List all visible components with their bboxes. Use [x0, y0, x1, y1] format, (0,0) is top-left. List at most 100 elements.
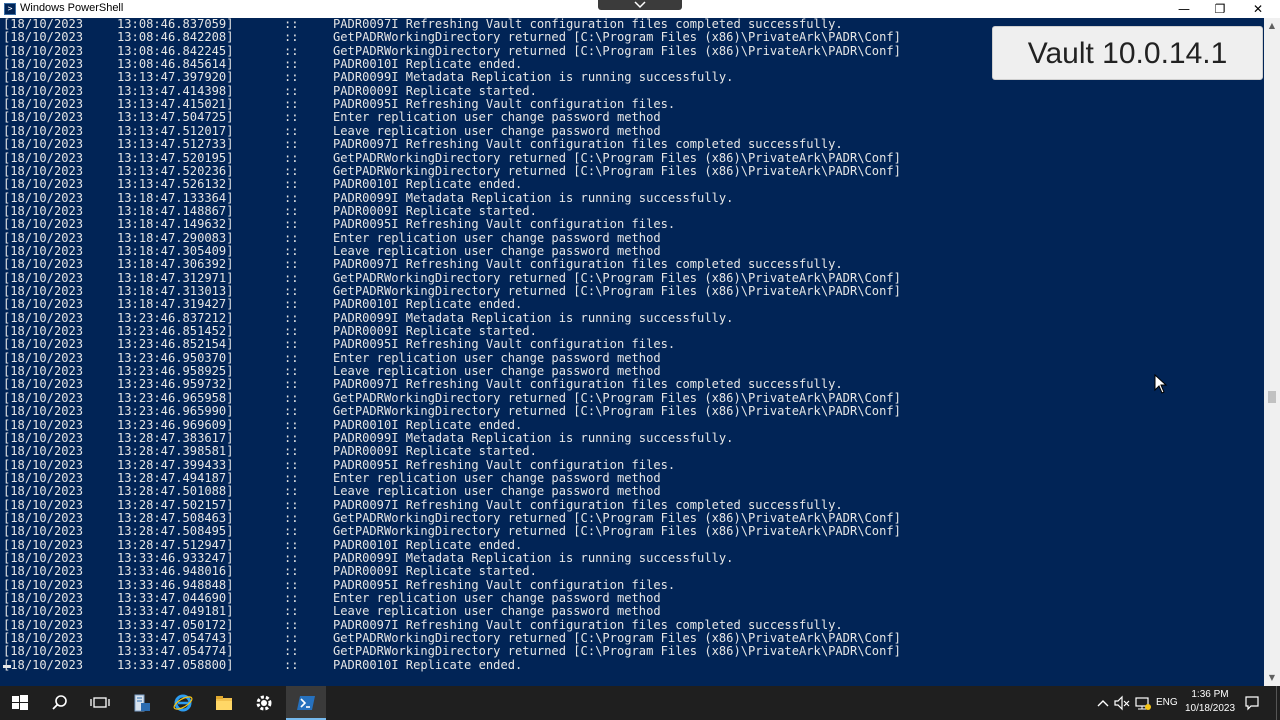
- log-date: [18/10/2023: [3, 617, 84, 632]
- settings-taskbar-item[interactable]: [244, 686, 284, 720]
- task-view-button[interactable]: [80, 686, 120, 720]
- log-time: 13:18:47.133364]: [117, 190, 234, 205]
- log-message: GetPADRWorkingDirectory returned [C:\Pro…: [333, 631, 901, 646]
- network-icon[interactable]: [1134, 695, 1152, 711]
- log-separator: ::: [284, 310, 299, 325]
- log-separator: ::: [284, 150, 299, 165]
- remote-session-tab[interactable]: [598, 0, 682, 10]
- log-time: 13:13:47.415021]: [117, 97, 234, 112]
- log-message: Enter replication user change password m…: [333, 230, 661, 245]
- log-separator: ::: [284, 457, 299, 472]
- scroll-up-arrow-icon[interactable]: ▲: [1264, 18, 1280, 34]
- console-line: [18/10/2023 13:18:47.149632]:: PADR0095I R…: [3, 217, 1003, 232]
- scrollbar-thumb[interactable]: [1268, 391, 1276, 403]
- log-separator: ::: [284, 551, 299, 565]
- scroll-down-arrow-icon[interactable]: ▼: [1264, 670, 1280, 686]
- file-explorer-icon: [216, 696, 232, 710]
- log-separator: ::: [284, 444, 299, 459]
- log-message: PADR0099I Metadata Replication is runnin…: [333, 70, 734, 85]
- log-date: [18/10/2023: [3, 644, 84, 659]
- log-time: 13:28:47.501088]: [117, 484, 234, 499]
- log-message: PADR0097I Refreshing Vault configuration…: [333, 257, 843, 272]
- log-separator: ::: [284, 43, 299, 58]
- log-date: [18/10/2023: [3, 123, 84, 138]
- log-message: Leave replication user change password m…: [333, 604, 661, 619]
- log-time: 13:33:47.058800]: [117, 657, 234, 672]
- log-message: PADR0099I Metadata Replication is runnin…: [333, 551, 734, 565]
- taskbar-clock[interactable]: 1:36 PM 10/18/2023: [1184, 688, 1236, 716]
- show-desktop-button[interactable]: [1276, 686, 1280, 720]
- log-time: 13:33:46.948016]: [117, 564, 234, 579]
- log-message: Leave replication user change password m…: [333, 243, 661, 258]
- log-separator: ::: [284, 83, 299, 98]
- log-separator: ::: [284, 417, 299, 432]
- log-message: GetPADRWorkingDirectory returned [C:\Pro…: [333, 284, 901, 298]
- close-button[interactable]: ✕: [1240, 0, 1276, 18]
- log-time: 13:23:46.852154]: [117, 337, 234, 352]
- console-line: [18/10/2023 13:08:46.842208]:: GetPADRWork…: [3, 30, 1003, 45]
- log-date: [18/10/2023: [3, 43, 84, 58]
- log-separator: ::: [284, 30, 299, 45]
- log-separator: ::: [284, 604, 299, 619]
- log-message: PADR0095I Refreshing Vault configuration…: [333, 457, 676, 472]
- log-message: PADR0095I Refreshing Vault configuration…: [333, 217, 676, 232]
- console-output[interactable]: [18/10/2023 13:08:46.837059]:: PADR0097I R…: [0, 18, 1264, 686]
- notification-icon[interactable]: [1244, 695, 1260, 711]
- log-time: 13:18:47.312971]: [117, 270, 234, 285]
- log-separator: ::: [284, 537, 299, 552]
- log-date: [18/10/2023: [3, 444, 84, 459]
- internet-explorer-taskbar-item[interactable]: [163, 686, 203, 720]
- log-message: PADR0097I Refreshing Vault configuration…: [333, 497, 843, 512]
- log-date: [18/10/2023: [3, 257, 84, 272]
- log-date: [18/10/2023: [3, 577, 84, 592]
- log-time: 13:28:47.399433]: [117, 457, 234, 472]
- console-line: [18/10/2023 13:28:47.502157]:: PADR0097I R…: [3, 497, 1003, 512]
- start-button[interactable]: [0, 686, 40, 720]
- log-date: [18/10/2023: [3, 510, 84, 525]
- chevron-up-icon[interactable]: [1097, 698, 1109, 708]
- log-message: PADR0010I Replicate ended.: [333, 417, 523, 432]
- log-message: PADR0010I Replicate ended.: [333, 297, 523, 312]
- log-date: [18/10/2023: [3, 470, 84, 485]
- log-message: PADR0009I Replicate started.: [333, 324, 537, 339]
- log-time: 13:13:47.414398]: [117, 83, 234, 98]
- log-time: 13:08:46.845614]: [117, 57, 234, 72]
- server-manager-taskbar-item[interactable]: [122, 686, 162, 720]
- log-time: 13:08:46.842245]: [117, 43, 234, 58]
- powershell-icon[interactable]: >: [4, 3, 16, 15]
- file-explorer-taskbar-item[interactable]: [204, 686, 244, 720]
- log-separator: ::: [284, 203, 299, 218]
- task-view-icon: [90, 697, 110, 708]
- log-date: [18/10/2023: [3, 484, 84, 499]
- maximize-button[interactable]: ❐: [1202, 0, 1238, 18]
- powershell-taskbar-item[interactable]: [286, 686, 326, 720]
- log-time: 13:23:46.837212]: [117, 310, 234, 325]
- console-line: [18/10/2023 13:23:46.851452]:: PADR0009I R…: [3, 324, 1003, 339]
- language-indicator[interactable]: ENG: [1156, 686, 1178, 720]
- console-line: [18/10/2023 13:13:47.512017]:: Leave repli…: [3, 123, 1003, 138]
- log-time: 13:13:47.512733]: [117, 137, 234, 152]
- log-time: 13:23:46.969609]: [117, 417, 234, 432]
- console-line: [18/10/2023 13:23:46.837212]:: PADR0099I M…: [3, 310, 1003, 325]
- vertical-scrollbar[interactable]: ▲ ▼: [1264, 18, 1280, 686]
- log-date: [18/10/2023: [3, 591, 84, 606]
- log-date: [18/10/2023: [3, 177, 84, 192]
- log-message: PADR0009I Replicate started.: [333, 203, 537, 218]
- log-time: 13:18:47.290083]: [117, 230, 234, 245]
- minimize-button[interactable]: —: [1166, 0, 1202, 18]
- log-date: [18/10/2023: [3, 604, 84, 619]
- log-separator: ::: [284, 617, 299, 632]
- log-message: PADR0009I Replicate started.: [333, 564, 537, 579]
- console-line: [18/10/2023 13:13:47.415021]:: PADR0095I R…: [3, 97, 1003, 112]
- console-line: [18/10/2023 13:18:47.290083]:: Enter repli…: [3, 230, 1003, 245]
- log-separator: ::: [284, 18, 299, 31]
- console-line: [18/10/2023 13:13:47.520236]:: GetPADRWork…: [3, 164, 1003, 178]
- log-time: 13:13:47.504725]: [117, 110, 234, 125]
- taskbar: ENG 1:36 PM 10/18/2023: [0, 686, 1280, 720]
- log-separator: ::: [284, 284, 299, 298]
- search-button[interactable]: [40, 686, 80, 720]
- log-time: 13:28:47.502157]: [117, 497, 234, 512]
- log-time: 13:08:46.842208]: [117, 30, 234, 45]
- volume-muted-icon[interactable]: [1114, 695, 1130, 711]
- window-title-bar[interactable]: > Windows PowerShell — ❐ ✕: [0, 0, 1280, 18]
